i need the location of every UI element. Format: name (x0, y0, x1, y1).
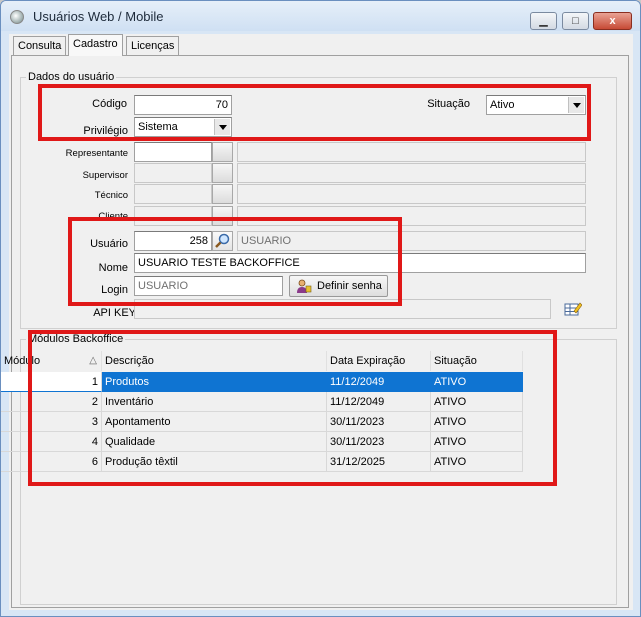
representante-field[interactable] (134, 142, 212, 162)
col-header-data-expiracao[interactable]: Data Expiração (327, 351, 431, 371)
col-header-modulo[interactable]: Módulo △ (1, 351, 102, 371)
cliente-lookup-button[interactable] (212, 206, 233, 226)
privilegio-label: Privilégio (83, 125, 128, 137)
col-header-situacao[interactable]: Situação (431, 351, 523, 371)
minimize-button[interactable]: ▁ (530, 12, 557, 30)
cell-descricao: Inventário (102, 392, 327, 412)
nome-label: Nome (98, 262, 128, 274)
close-button[interactable]: x (593, 12, 632, 30)
login-label: Login (101, 284, 128, 296)
cell-modulo: 6 (1, 452, 102, 472)
definir-senha-button[interactable]: Definir senha (289, 275, 388, 297)
cell-data-expiracao: 11/12/2049 (327, 372, 431, 392)
cell-data-expiracao: 30/11/2023 (327, 412, 431, 432)
edit-table-icon (564, 302, 583, 316)
cell-data-expiracao: 31/12/2025 (327, 452, 431, 472)
supervisor-lookup-button[interactable] (212, 163, 233, 183)
cliente-label: Cliente (98, 211, 128, 222)
login-field[interactable]: USUARIO (134, 276, 283, 296)
table-row[interactable]: 6 Produção têxtil 31/12/2025 ATIVO (1, 452, 523, 472)
title-bar[interactable]: Usuários Web / Mobile ▁ □ x (1, 1, 640, 31)
grid-header: Módulo △ Descrição Data Expiração Situaç… (1, 351, 523, 371)
supervisor-desc (237, 163, 586, 183)
tecnico-label: Técnico (94, 190, 128, 201)
tab-panel-cadastro: Dados do usuário Código 70 Situação Ativ… (11, 55, 629, 608)
cell-modulo: 3 (1, 412, 102, 432)
usuario-desc: USUARIO (237, 231, 586, 251)
codigo-field[interactable]: 70 (134, 95, 232, 115)
privilegio-value: Sistema (138, 121, 178, 133)
tecnico-lookup-button[interactable] (212, 184, 233, 204)
cell-descricao: Produtos (102, 372, 327, 392)
table-row[interactable]: 3 Apontamento 30/11/2023 ATIVO (1, 412, 523, 432)
cell-descricao: Qualidade (102, 432, 327, 452)
search-icon (215, 233, 230, 248)
maximize-button[interactable]: □ (562, 12, 589, 30)
tecnico-desc (237, 184, 586, 204)
situacao-value: Ativo (490, 99, 515, 111)
cell-situacao: ATIVO (431, 432, 523, 452)
usuario-label: Usuário (90, 238, 128, 250)
usuario-search-button[interactable] (212, 231, 233, 251)
cell-situacao: ATIVO (431, 372, 523, 392)
tab-consulta[interactable]: Consulta (13, 36, 67, 55)
cell-descricao: Apontamento (102, 412, 327, 432)
modules-group-title: Módulos Backoffice (26, 333, 126, 345)
representante-desc (237, 142, 586, 162)
col-header-descricao[interactable]: Descrição (102, 351, 327, 371)
window-title: Usuários Web / Mobile (33, 9, 164, 24)
supervisor-label: Supervisor (82, 170, 128, 181)
user-key-icon (297, 279, 312, 293)
table-row[interactable]: 1 Produtos 11/12/2049 ATIVO (1, 372, 523, 392)
tab-licencas[interactable]: Licenças (126, 36, 180, 55)
representante-label: Representante (65, 148, 128, 159)
cell-situacao: ATIVO (431, 392, 523, 412)
api-key-label: API KEY (93, 307, 136, 319)
sort-asc-icon: △ (89, 355, 97, 366)
chevron-down-icon[interactable] (568, 97, 584, 113)
cell-descricao: Produção têxtil (102, 452, 327, 472)
supervisor-field[interactable] (134, 163, 212, 183)
table-row[interactable]: 4 Qualidade 30/11/2023 ATIVO (1, 432, 523, 452)
cell-modulo: 2 (1, 392, 102, 412)
api-key-field[interactable] (134, 299, 551, 319)
app-window: Usuários Web / Mobile ▁ □ x Consulta Cad… (0, 0, 641, 617)
cell-modulo: 4 (1, 432, 102, 452)
chevron-down-icon[interactable] (214, 119, 230, 135)
definir-senha-label: Definir senha (317, 280, 382, 292)
situacao-dropdown[interactable]: Ativo (486, 95, 586, 115)
usuario-field[interactable]: 258 (134, 231, 212, 251)
codigo-label: Código (92, 98, 127, 110)
privilegio-dropdown[interactable]: Sistema (134, 117, 232, 137)
user-data-group-title: Dados do usuário (26, 71, 117, 83)
nome-field[interactable]: USUARIO TESTE BACKOFFICE (134, 253, 586, 273)
representante-lookup-button[interactable] (212, 142, 233, 162)
cell-situacao: ATIVO (431, 452, 523, 472)
situacao-label: Situação (427, 98, 470, 110)
cell-modulo: 1 (1, 372, 102, 392)
cell-situacao: ATIVO (431, 412, 523, 432)
table-row[interactable]: 2 Inventário 11/12/2049 ATIVO (1, 392, 523, 412)
app-icon (10, 10, 24, 24)
client-area: Consulta Cadastro Licenças Dados do usuá… (1, 34, 633, 610)
cell-data-expiracao: 11/12/2049 (327, 392, 431, 412)
tecnico-field[interactable] (134, 184, 212, 204)
cliente-desc (237, 206, 586, 226)
cell-data-expiracao: 30/11/2023 (327, 432, 431, 452)
tab-cadastro[interactable]: Cadastro (68, 34, 123, 56)
cliente-field[interactable] (134, 206, 212, 226)
edit-api-key-button[interactable] (564, 301, 583, 317)
